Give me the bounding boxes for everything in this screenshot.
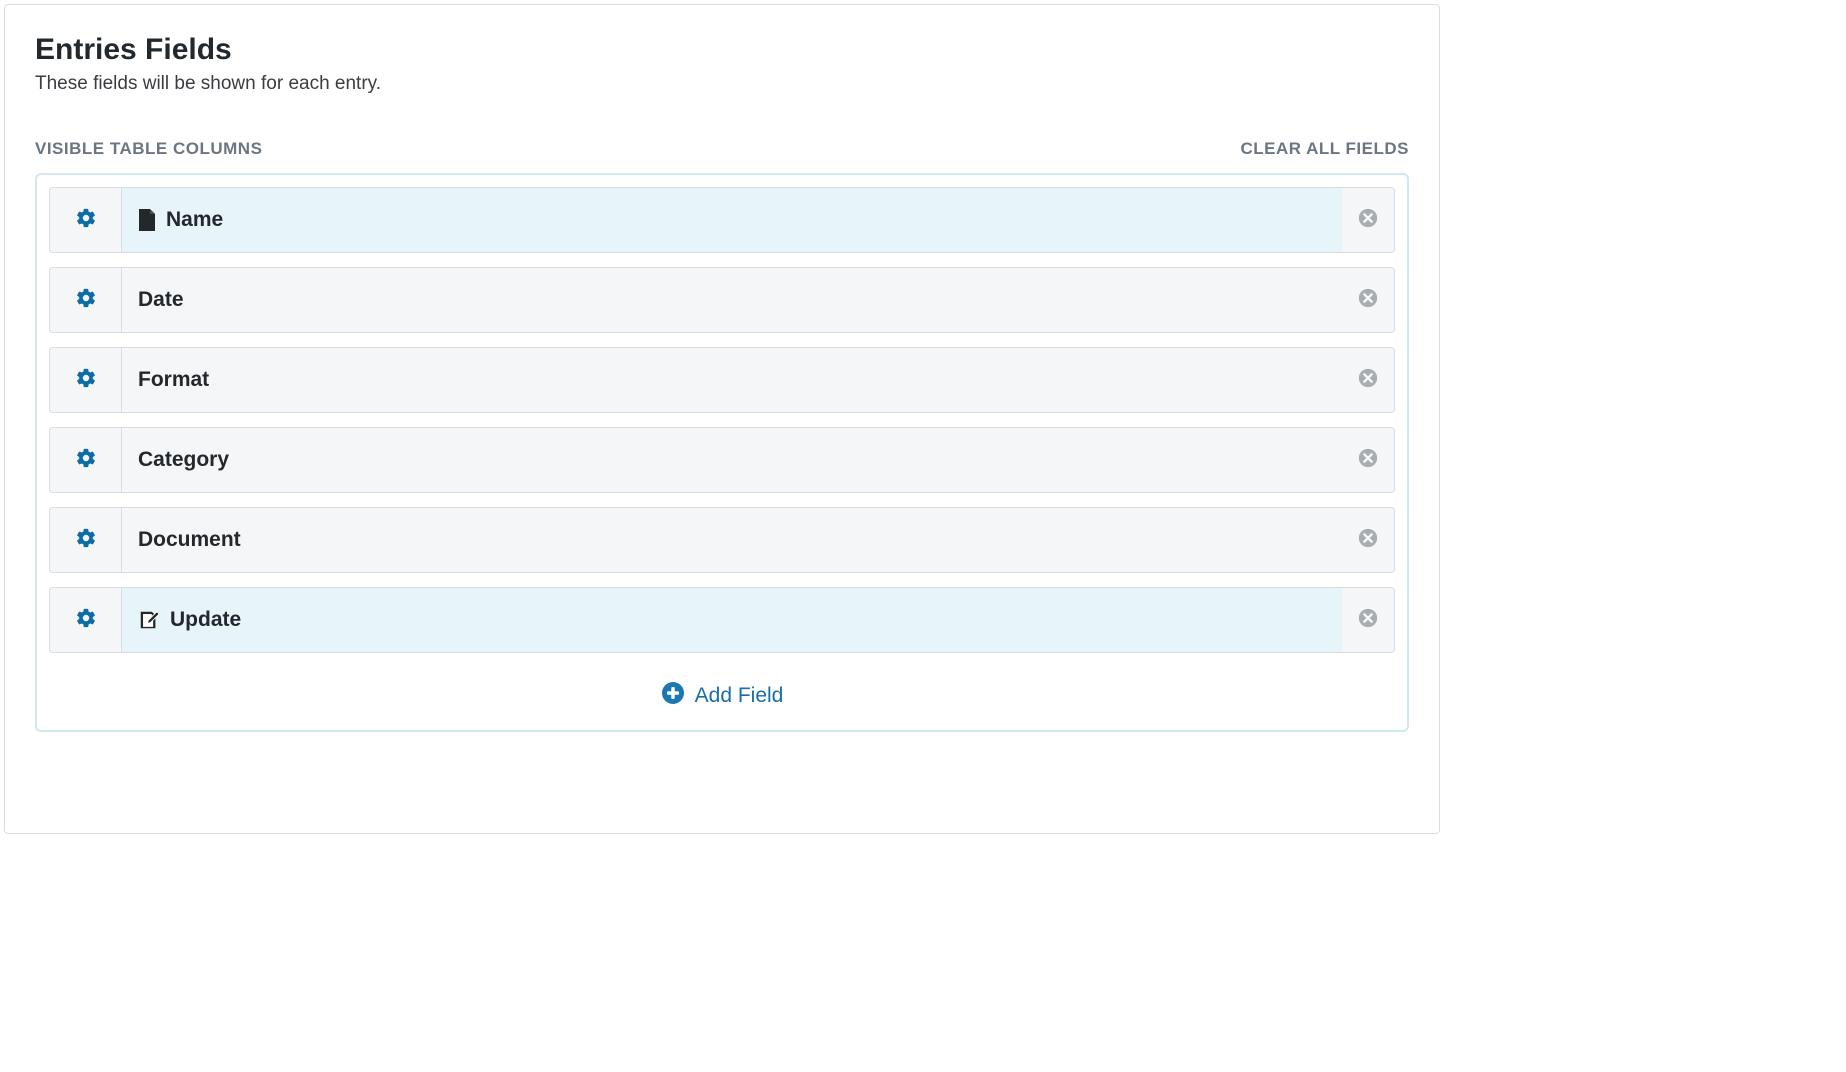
field-row[interactable]: Update <box>49 587 1395 653</box>
field-settings-button[interactable] <box>50 348 122 412</box>
field-body: Document <box>122 508 1342 572</box>
remove-field-button[interactable] <box>1342 348 1394 412</box>
remove-field-button[interactable] <box>1342 508 1394 572</box>
close-icon <box>1357 447 1379 474</box>
field-label: Update <box>170 608 241 632</box>
entries-fields-panel: Entries Fields These fields will be show… <box>4 4 1440 834</box>
remove-field-button[interactable] <box>1342 588 1394 652</box>
fields-list-panel: Name Date Format Category Document Update Add… <box>35 173 1409 732</box>
clear-all-fields-button[interactable]: CLEAR ALL FIELDS <box>1240 139 1409 159</box>
gear-icon <box>75 287 97 314</box>
close-icon <box>1357 607 1379 634</box>
section-label: VISIBLE TABLE COLUMNS <box>35 139 262 159</box>
gear-icon <box>75 207 97 234</box>
field-settings-button[interactable] <box>50 508 122 572</box>
close-icon <box>1357 527 1379 554</box>
field-settings-button[interactable] <box>50 588 122 652</box>
field-label: Name <box>166 208 223 232</box>
field-row[interactable]: Document <box>49 507 1395 573</box>
field-body: Category <box>122 428 1342 492</box>
edit-icon <box>138 609 160 631</box>
field-body: Update <box>122 588 1342 652</box>
add-field-button[interactable]: Add Field <box>49 681 1395 710</box>
add-field-label: Add Field <box>695 684 784 708</box>
field-settings-button[interactable] <box>50 188 122 252</box>
field-label: Document <box>138 528 241 552</box>
field-label: Category <box>138 448 229 472</box>
field-label: Date <box>138 288 184 312</box>
field-settings-button[interactable] <box>50 268 122 332</box>
field-body: Format <box>122 348 1342 412</box>
page-subtitle: These fields will be shown for each entr… <box>35 73 1409 95</box>
field-row[interactable]: Category <box>49 427 1395 493</box>
page-title: Entries Fields <box>35 33 1409 67</box>
close-icon <box>1357 367 1379 394</box>
gear-icon <box>75 367 97 394</box>
close-icon <box>1357 287 1379 314</box>
gear-icon <box>75 447 97 474</box>
remove-field-button[interactable] <box>1342 268 1394 332</box>
field-row[interactable]: Format <box>49 347 1395 413</box>
remove-field-button[interactable] <box>1342 428 1394 492</box>
toolbar: VISIBLE TABLE COLUMNS CLEAR ALL FIELDS <box>35 139 1409 159</box>
field-body: Name <box>122 188 1342 252</box>
field-body: Date <box>122 268 1342 332</box>
field-row[interactable]: Date <box>49 267 1395 333</box>
remove-field-button[interactable] <box>1342 188 1394 252</box>
field-row[interactable]: Name <box>49 187 1395 253</box>
plus-circle-icon <box>661 681 685 710</box>
field-label: Format <box>138 368 209 392</box>
file-icon <box>138 209 156 231</box>
gear-icon <box>75 607 97 634</box>
gear-icon <box>75 527 97 554</box>
field-settings-button[interactable] <box>50 428 122 492</box>
close-icon <box>1357 207 1379 234</box>
